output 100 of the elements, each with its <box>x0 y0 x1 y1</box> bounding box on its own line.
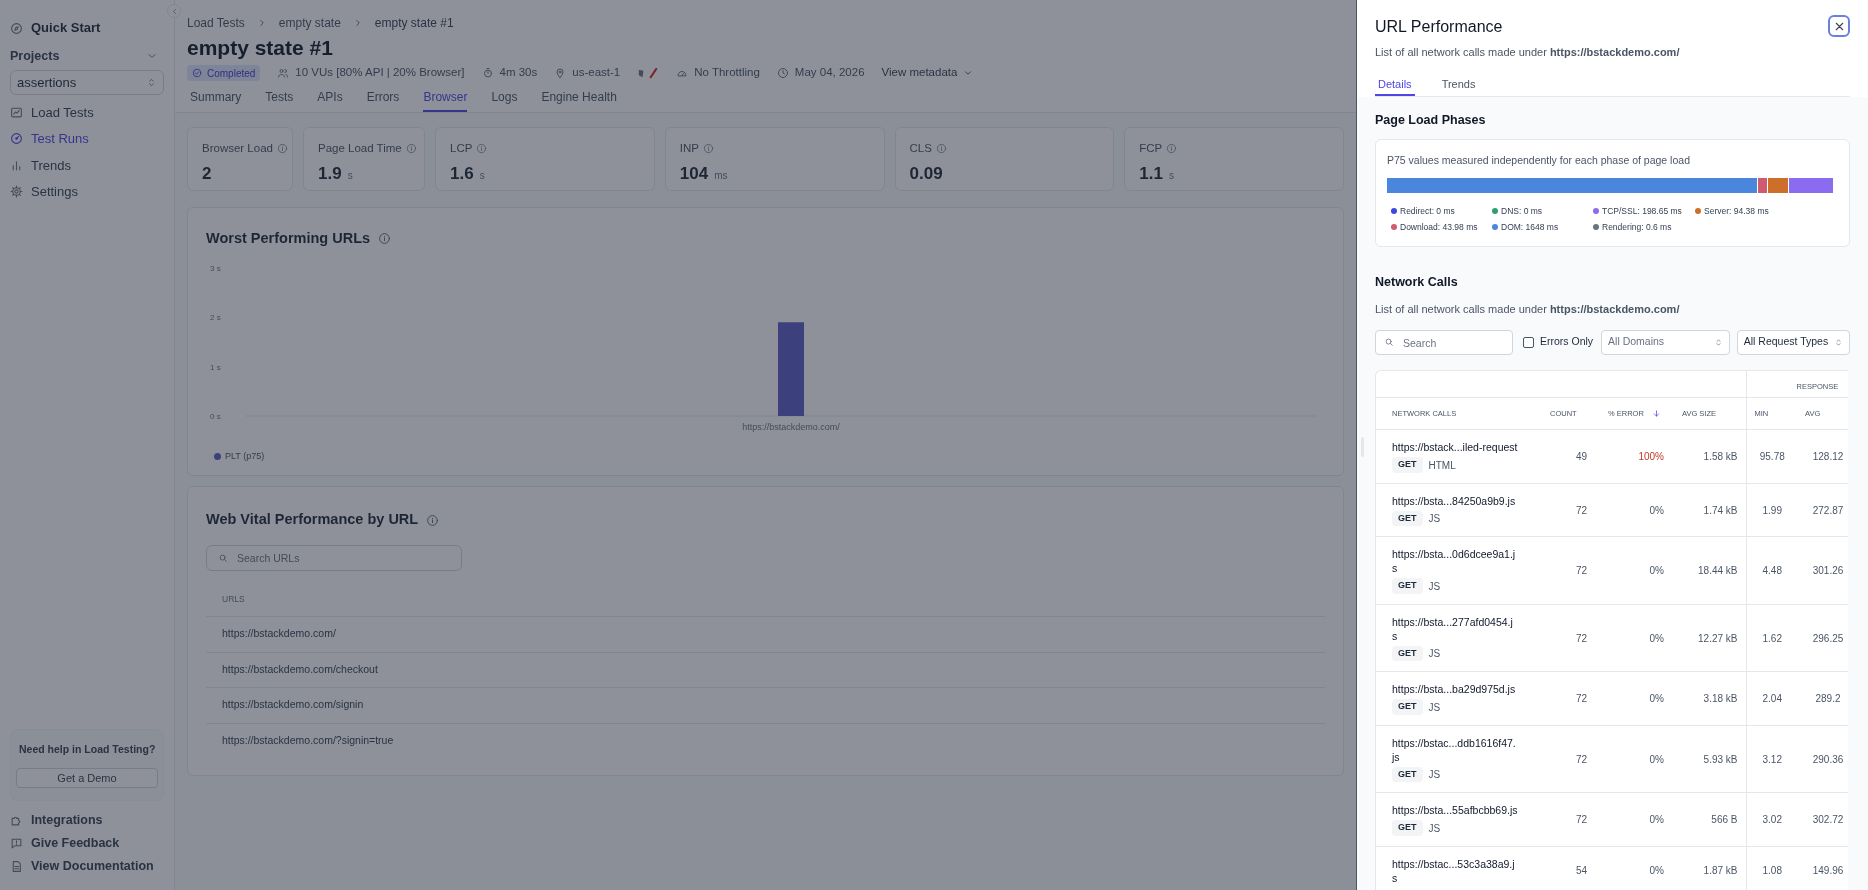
resource-type: JS <box>1428 579 1441 594</box>
request-url: https://bsta...84250a9b9.js <box>1392 493 1517 508</box>
select-dropdown[interactable]: All Request Types <box>1736 329 1850 355</box>
table-cell: 0% <box>1649 693 1664 704</box>
clock-icon <box>776 67 789 79</box>
legend-label: DOM: 1648 ms <box>1501 220 1559 234</box>
throttling: No Throttling <box>694 65 760 81</box>
metric-value: 104 <box>679 163 709 186</box>
sidebar-link[interactable]: Integrations <box>10 809 164 832</box>
nav-item[interactable]: Trends <box>10 152 164 179</box>
tab[interactable]: Errors <box>366 88 400 112</box>
bar[interactable] <box>778 322 804 416</box>
request-url: https://bstac...ddb1616f47.js <box>1392 735 1517 764</box>
gauge-icon <box>10 132 23 146</box>
search-icon <box>218 553 228 563</box>
tab[interactable]: Browser <box>423 88 468 112</box>
table-cell: 3.02 <box>1762 814 1782 825</box>
legend-label: Download: 43.98 ms <box>1400 220 1478 234</box>
collapse-button[interactable] <box>167 4 181 18</box>
nav-item[interactable]: Load Tests <box>10 99 164 126</box>
section-label: Projects <box>10 47 60 65</box>
card-title: Worst Performing URLs <box>206 229 371 248</box>
legend-label: DNS: 0 ms <box>1501 205 1543 218</box>
request-url: https://bstack...iled-request <box>1392 440 1518 455</box>
metric-label: INP <box>679 141 699 156</box>
breadcrumb-link[interactable]: Load Tests <box>187 14 245 32</box>
select-dropdown[interactable]: All Domains <box>1601 329 1730 355</box>
table-cell-text: https://bstackdemo.com/?signin=true <box>222 733 394 749</box>
table-cell: 1.62 <box>1762 632 1782 644</box>
metric-label: Browser Load <box>202 141 273 156</box>
engine-logos-drawing <box>637 67 660 79</box>
up-down-icon <box>1834 337 1843 347</box>
table-cell: 301.26 <box>1812 565 1844 576</box>
metric-unit: s <box>479 169 485 184</box>
table-cell: 4.48 <box>1762 565 1782 576</box>
section-subtitle: List of all network calls made under https://bstackdemo.com/ <box>1375 302 1681 318</box>
table-cell: 296.25 <box>1812 632 1844 644</box>
resource-type: JS <box>1428 512 1441 526</box>
tab[interactable]: Engine Health <box>541 88 617 112</box>
metadata-link[interactable]: View metadata <box>881 64 974 82</box>
chevron-down-icon <box>963 68 974 78</box>
nav-item[interactable]: Test Runs <box>10 125 164 152</box>
table-cell: 290.36 <box>1812 753 1844 765</box>
status-badge: Completed <box>187 65 261 81</box>
speech-bubble-icon <box>10 837 23 850</box>
sidebar-link[interactable]: Quick Start <box>10 17 164 39</box>
project-select[interactable]: assertions <box>10 70 164 95</box>
tab[interactable]: Details <box>1375 75 1415 96</box>
info-icon <box>405 143 417 155</box>
method-badge: GET <box>1392 457 1423 473</box>
table-cell: 0% <box>1649 865 1664 877</box>
legend-label: Redirect: 0 ms <box>1400 205 1455 218</box>
table-cell: 54 <box>1575 865 1587 877</box>
legend-label: Rendering: 0.6 ms <box>1602 220 1672 234</box>
method-badge: GET <box>1392 645 1423 662</box>
search-icon <box>1384 336 1394 347</box>
table-cell: 128.12 <box>1812 451 1844 462</box>
sidebar-link[interactable]: Give Feedback <box>10 832 164 855</box>
demo-button[interactable]: Get a Demo <box>16 768 158 788</box>
request-url: https://bsta...277afd0454.js <box>1392 614 1514 643</box>
tab[interactable]: Trends <box>1438 75 1479 96</box>
search-field[interactable]: Search URLs <box>206 545 462 571</box>
tab[interactable]: Summary <box>190 88 242 112</box>
nav-item[interactable]: Settings <box>10 178 164 205</box>
breadcrumb-link[interactable]: empty state #1 <box>374 14 454 32</box>
close-button[interactable] <box>1828 15 1850 37</box>
table-cell: 49 <box>1575 451 1587 462</box>
search-field[interactable]: Search <box>1375 330 1513 356</box>
tab[interactable]: Tests <box>265 88 294 112</box>
table-cell: 1.58 kB <box>1703 451 1738 462</box>
sort-arrow-icon <box>1651 409 1661 419</box>
breadcrumb-link[interactable]: empty state <box>278 14 341 32</box>
metric-value: 1.1 <box>1139 163 1163 186</box>
method-badge: GET <box>1392 699 1423 715</box>
method-badge: GET <box>1392 510 1423 527</box>
table-cell: 72 <box>1575 753 1587 765</box>
metric-unit: s <box>1168 169 1174 184</box>
sidebar-link[interactable]: View Documentation <box>10 855 164 878</box>
page-title: empty state #1 <box>187 35 334 61</box>
table-cell: 272.87 <box>1812 504 1844 516</box>
metric-unit: ms <box>714 169 728 184</box>
tab[interactable]: APIs <box>317 88 343 112</box>
table-cell: 1.99 <box>1762 504 1782 516</box>
table-cell: 2.04 <box>1762 693 1782 704</box>
up-down-icon <box>146 77 157 88</box>
location-pin-icon <box>554 67 567 79</box>
request-url: https://bsta...0d6dcee9a1.js <box>1392 547 1517 576</box>
line-chart-icon <box>10 105 23 119</box>
metric-label: LCP <box>450 141 473 156</box>
checkbox-label: Errors Only <box>1540 334 1594 350</box>
table-cell: 0% <box>1649 632 1664 644</box>
checkbox[interactable] <box>1523 336 1534 348</box>
section-title: Network Calls <box>1375 273 1459 291</box>
info-icon <box>702 143 714 155</box>
table-cell: 0% <box>1649 504 1664 516</box>
user-count: 10 VUs [80% API | 20% Browser] <box>295 65 465 81</box>
request-url: https://bsta...ba29d975d.js <box>1392 682 1517 697</box>
check-circle-icon <box>192 68 202 78</box>
metric-label: CLS <box>909 141 932 156</box>
tab[interactable]: Logs <box>491 88 518 112</box>
